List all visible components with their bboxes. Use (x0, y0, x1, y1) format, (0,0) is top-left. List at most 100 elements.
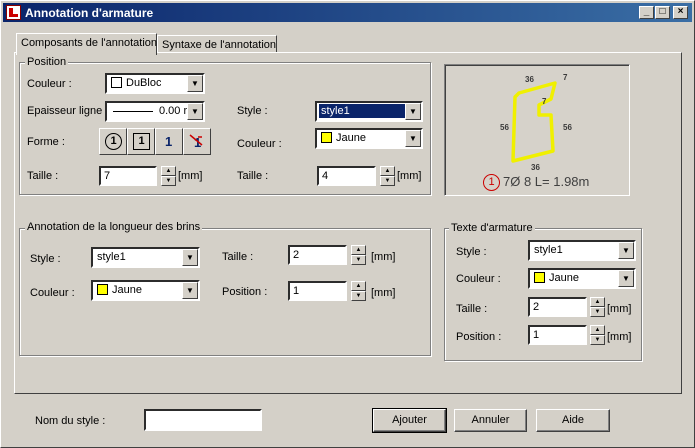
forme-none-button[interactable]: 1 (183, 128, 211, 155)
strike-icon (189, 134, 203, 146)
couleur-value: DuBloc (126, 77, 162, 89)
texte-position-spinner[interactable]: ▲ ▼ (590, 325, 605, 345)
brins-taille-spinner[interactable]: ▲ ▼ (351, 245, 366, 265)
forme-circle-button[interactable]: 1 (99, 128, 127, 155)
square-number-icon: 1 (133, 133, 150, 150)
texte-position-value: 1 (533, 329, 540, 341)
spin-up-icon[interactable]: ▲ (590, 297, 605, 307)
brins-position-input[interactable]: 1 (288, 281, 347, 301)
brins-style-combo[interactable]: style1 ▼ (91, 247, 200, 268)
texte-couleur-combo[interactable]: Jaune ▼ (528, 268, 636, 289)
chevron-down-icon[interactable]: ▼ (618, 270, 634, 287)
texte-position-unit: [mm] (607, 331, 632, 343)
brins-position-label: Position : (222, 286, 268, 298)
taille-spinner[interactable]: ▲ ▼ (161, 166, 176, 186)
taille-label: Taille : (27, 170, 59, 182)
spin-down-icon[interactable]: ▼ (590, 307, 605, 317)
texte-legend: Texte d'armature (449, 222, 535, 234)
texte-couleur-label: Couleur : (456, 273, 501, 285)
chevron-down-icon[interactable]: ▼ (187, 103, 203, 120)
chevron-down-icon[interactable]: ▼ (182, 249, 198, 266)
brins-position-spinner[interactable]: ▲ ▼ (351, 281, 366, 301)
circle-number-icon: 1 (105, 133, 122, 150)
minimize-icon: _ (643, 6, 650, 17)
forme-plain-button[interactable]: 1 (155, 128, 183, 155)
forme-square-button[interactable]: 1 (127, 128, 155, 155)
brins-taille-value: 2 (293, 249, 300, 261)
taille2-label: Taille : (237, 170, 269, 182)
spin-down-icon[interactable]: ▼ (161, 176, 176, 186)
taille-input[interactable]: 7 (99, 166, 157, 186)
brins-couleur-combo[interactable]: Jaune ▼ (91, 280, 200, 301)
taille-unit: [mm] (178, 170, 203, 182)
couleur2-swatch (321, 132, 332, 143)
nom-style-input[interactable] (144, 409, 262, 431)
texte-taille-label: Taille : (456, 303, 488, 315)
texte-style-value: style1 (534, 244, 563, 256)
texte-taille-value: 2 (533, 301, 540, 313)
line-sample-icon (113, 111, 153, 112)
taille-value: 7 (104, 170, 111, 182)
brins-position-unit: [mm] (371, 287, 396, 299)
spin-down-icon[interactable]: ▼ (351, 291, 366, 301)
couleur2-label: Couleur : (237, 138, 282, 150)
taille2-input[interactable]: 4 (317, 166, 376, 186)
brins-couleur-label: Couleur : (30, 287, 75, 299)
taille2-value: 4 (322, 170, 329, 182)
texte-style-label: Style : (456, 246, 487, 258)
title-bar[interactable]: Annotation d'armature _ □ × (3, 3, 692, 22)
spin-down-icon[interactable]: ▼ (380, 176, 395, 186)
brins-legend: Annotation de la longueur des brins (25, 221, 203, 233)
tab-composants[interactable]: Composants de l'annotation (16, 33, 157, 55)
brins-style-value: style1 (97, 251, 126, 263)
chevron-down-icon[interactable]: ▼ (187, 75, 203, 92)
spin-down-icon[interactable]: ▼ (351, 255, 366, 265)
maximize-button[interactable]: □ (655, 6, 670, 19)
style-combo[interactable]: style1 ▼ (315, 101, 423, 122)
brins-couleur-value: Jaune (112, 284, 142, 296)
spin-up-icon[interactable]: ▲ (161, 166, 176, 176)
texte-style-combo[interactable]: style1 ▼ (528, 240, 636, 261)
dim-left: 56 (500, 123, 509, 132)
texte-taille-spinner[interactable]: ▲ ▼ (590, 297, 605, 317)
dim-hook-top: 7 (563, 73, 568, 82)
annuler-button[interactable]: Annuler (454, 409, 527, 432)
style-label: Style : (237, 105, 268, 117)
close-button[interactable]: × (673, 6, 688, 19)
aide-button[interactable]: Aide (536, 409, 610, 432)
plain-number-icon: 1 (165, 134, 173, 149)
texte-taille-input[interactable]: 2 (528, 297, 587, 317)
chevron-down-icon[interactable]: ▼ (182, 282, 198, 299)
taille2-spinner[interactable]: ▲ ▼ (380, 166, 395, 186)
epaisseur-label: Epaisseur ligne : (27, 105, 109, 117)
couleur2-combo[interactable]: Jaune ▼ (315, 128, 423, 149)
brins-style-label: Style : (30, 253, 61, 265)
brins-taille-input[interactable]: 2 (288, 245, 347, 265)
dim-bottom: 36 (531, 163, 540, 172)
epaisseur-value: 0.00 r (159, 105, 188, 117)
spin-up-icon[interactable]: ▲ (351, 245, 366, 255)
texte-position-input[interactable]: 1 (528, 325, 587, 345)
chevron-down-icon[interactable]: ▼ (405, 103, 421, 120)
annotation-text: 7Ø 8 L= 1.98m (503, 174, 590, 189)
spin-up-icon[interactable]: ▲ (351, 281, 366, 291)
spin-up-icon[interactable]: ▲ (380, 166, 395, 176)
chevron-down-icon[interactable]: ▼ (618, 242, 634, 259)
spin-down-icon[interactable]: ▼ (590, 335, 605, 345)
couleur2-value: Jaune (336, 132, 366, 144)
texte-couleur-value: Jaune (549, 272, 579, 284)
ajouter-button[interactable]: Ajouter (372, 408, 447, 433)
texte-taille-unit: [mm] (607, 303, 632, 315)
rebar-preview: 36 7 7 56 56 36 1 7Ø 8 L= 1.98m (444, 64, 630, 196)
texte-couleur-swatch (534, 272, 545, 283)
app-icon (6, 5, 21, 20)
close-icon: × (677, 6, 684, 17)
forme-label: Forme : (27, 136, 65, 148)
spin-up-icon[interactable]: ▲ (590, 325, 605, 335)
annotation-circle-icon: 1 (483, 174, 500, 191)
minimize-button[interactable]: _ (639, 6, 654, 19)
epaisseur-combo[interactable]: 0.00 r ▼ (105, 101, 205, 122)
chevron-down-icon[interactable]: ▼ (405, 130, 421, 147)
couleur-combo[interactable]: DuBloc ▼ (105, 73, 205, 94)
dim-right: 56 (563, 123, 572, 132)
